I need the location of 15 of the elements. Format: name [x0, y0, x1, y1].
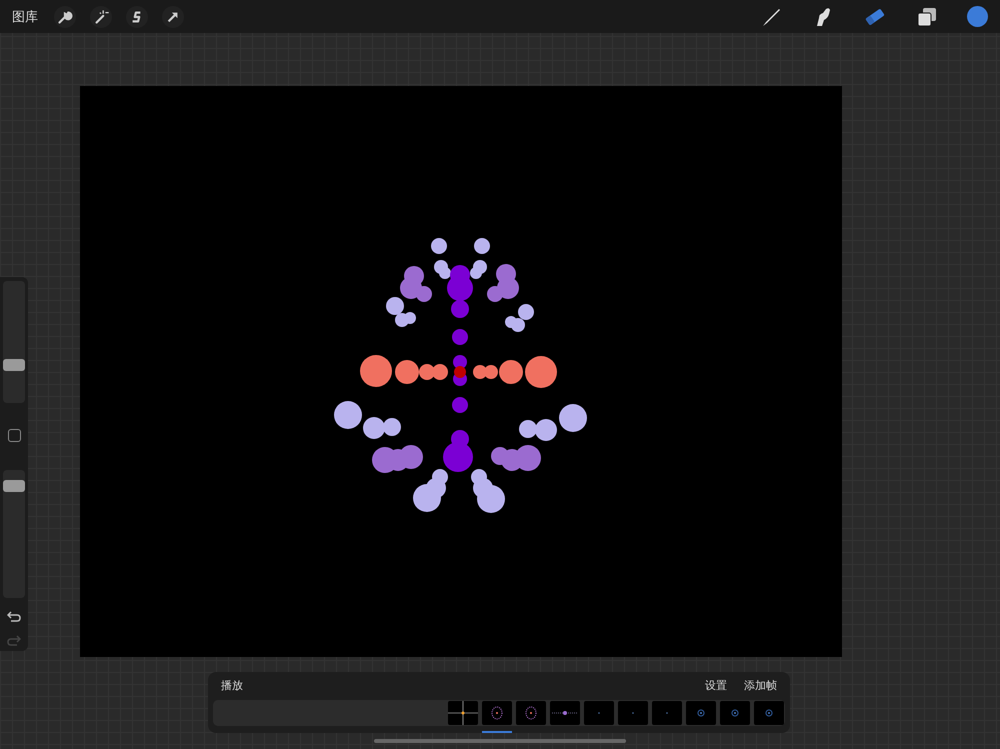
gallery-link[interactable]: 图库 — [12, 8, 38, 26]
magic-wand-icon[interactable] — [90, 6, 112, 28]
opacity-slider[interactable] — [3, 470, 25, 598]
frame-thumbnail[interactable] — [482, 701, 512, 733]
modify-button[interactable] — [8, 429, 20, 442]
slider-thumb[interactable] — [3, 480, 25, 492]
wrench-icon[interactable] — [54, 6, 76, 28]
add-frame-button[interactable]: 添加帧 — [744, 678, 777, 693]
s-curve-icon[interactable] — [126, 6, 148, 28]
play-button[interactable]: 播放 — [221, 678, 243, 693]
undo-icon[interactable] — [7, 610, 21, 622]
color-swatch[interactable] — [967, 6, 988, 27]
slider-thumb[interactable] — [3, 358, 25, 371]
settings-button[interactable]: 设置 — [705, 678, 727, 693]
brush-size-slider[interactable] — [3, 281, 25, 403]
